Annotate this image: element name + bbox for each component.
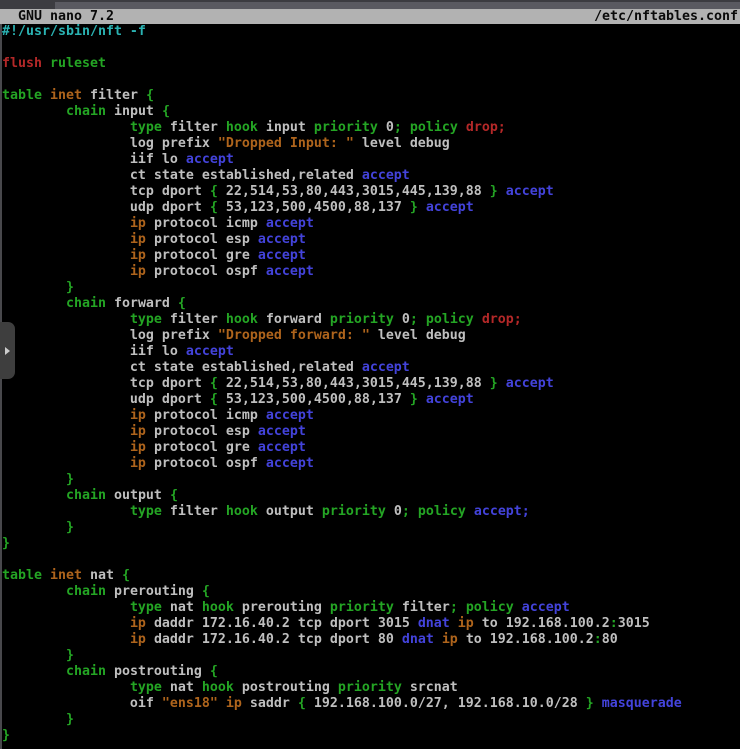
code-line: ip protocol icmp accept [2,408,740,424]
code-line: } [2,472,740,488]
expand-arrow-icon [5,347,10,355]
code-line: type filter hook forward priority 0; pol… [2,312,740,328]
code-line: ip protocol ospf accept [2,456,740,472]
code-line: log prefix "Dropped Input: " level debug [2,136,740,152]
code-line: ip protocol esp accept [2,424,740,440]
code-line: ip protocol icmp accept [2,216,740,232]
code-line: type nat hook prerouting priority filter… [2,600,740,616]
code-line: ct state established,related accept [2,168,740,184]
code-line: tcp dport { 22,514,53,80,443,3015,445,13… [2,184,740,200]
code-line: #!/usr/sbin/nft -f [2,24,740,40]
novnc-sidebar-toggle[interactable] [0,322,15,379]
nano-version-label: GNU nano 7.2 [0,9,114,25]
code-line: table inet nat { [2,568,740,584]
code-line [2,40,740,56]
code-line: ct state established,related accept [2,360,740,376]
code-line: flush ruleset [2,56,740,72]
code-line: iif lo accept [2,344,740,360]
code-line: iif lo accept [2,152,740,168]
code-line: ip daddr 172.16.40.2 tcp dport 3015 dnat… [2,616,740,632]
code-line: ip protocol esp accept [2,232,740,248]
code-line: udp dport { 53,123,500,4500,88,137 } acc… [2,392,740,408]
code-line: ip daddr 172.16.40.2 tcp dport 80 dnat i… [2,632,740,648]
code-line [2,552,740,568]
code-line: } [2,520,740,536]
code-line: ip protocol ospf accept [2,264,740,280]
nano-titlebar: GNU nano 7.2 /etc/nftables.conf [0,9,740,24]
code-line: chain prerouting { [2,584,740,600]
code-line: oif "ens18" ip saddr { 192.168.100.0/27,… [2,696,740,712]
code-line [2,72,740,88]
viewer-edge-line [0,24,2,749]
code-line: ip protocol gre accept [2,440,740,456]
code-line: chain forward { [2,296,740,312]
code-line: type filter hook output priority 0; poli… [2,504,740,520]
code-line: } [2,728,740,744]
code-line: chain postrouting { [2,664,740,680]
console-screen: { "colors": { "bg": "#000000", "fg": "#b… [0,0,740,749]
code-line: chain output { [2,488,740,504]
code-line: } [2,648,740,664]
code-line: } [2,536,740,552]
nano-editor-text[interactable]: #!/usr/sbin/nft -f flush ruleset table ine… [0,24,740,749]
file-path-label: /etc/nftables.conf [594,9,740,25]
code-line: udp dport { 53,123,500,4500,88,137 } acc… [2,200,740,216]
code-line: tcp dport { 22,514,53,80,443,3015,445,13… [2,376,740,392]
code-line: log prefix "Dropped forward: " level deb… [2,328,740,344]
code-line: chain input { [2,104,740,120]
code-line: table inet filter { [2,88,740,104]
code-line: } [2,712,740,728]
code-line: type nat hook postrouting priority srcna… [2,680,740,696]
code-line: ip protocol gre accept [2,248,740,264]
code-line: type filter hook input priority 0; polic… [2,120,740,136]
code-line: } [2,280,740,296]
